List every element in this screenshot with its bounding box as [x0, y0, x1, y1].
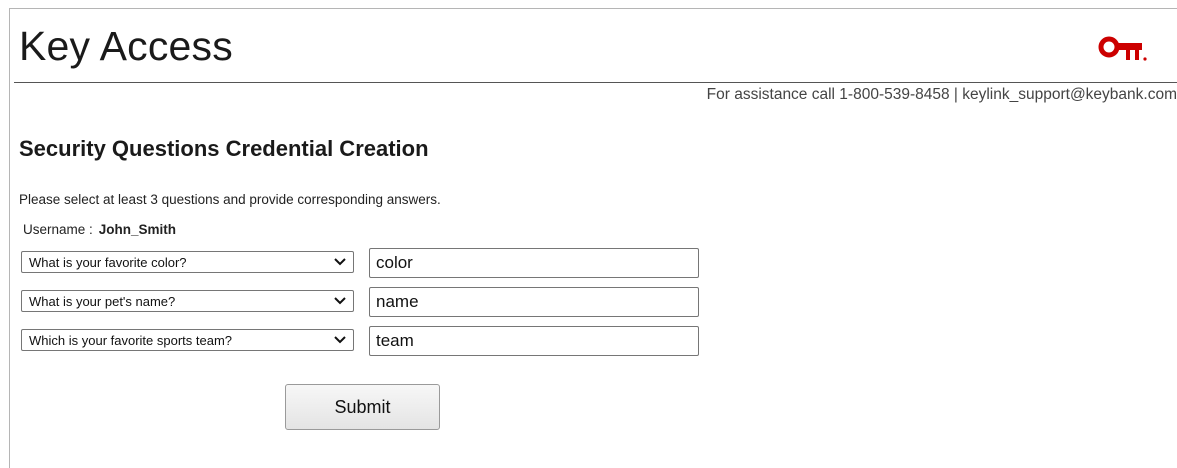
chevron-down-icon [334, 336, 346, 344]
submit-button[interactable]: Submit [285, 384, 440, 430]
selected-question: What is your favorite color? [29, 254, 187, 270]
username-value: John_Smith [98, 222, 177, 237]
page-title: Security Questions Credential Creation [19, 136, 429, 161]
instructions-text: Please select at least 3 questions and p… [19, 192, 441, 207]
chevron-down-icon [334, 297, 346, 305]
answer-input[interactable]: name [369, 287, 699, 317]
header-divider [14, 82, 1177, 83]
security-question-select[interactable]: Which is your favorite sports team? [21, 329, 354, 351]
key-logo-icon [1098, 36, 1147, 61]
assistance-text: For assistance call 1-800-539-8458 | key… [706, 86, 1177, 103]
selected-question: Which is your favorite sports team? [29, 332, 233, 348]
chevron-down-icon [334, 258, 346, 266]
app-title: Key Access [19, 23, 233, 69]
selected-question: What is your pet's name? [29, 293, 176, 309]
answer-input[interactable]: team [369, 326, 699, 356]
answer-input[interactable]: color [369, 248, 699, 278]
security-question-select[interactable]: What is your pet's name? [21, 290, 354, 312]
header: Key Access [0, 0, 1177, 84]
security-question-select[interactable]: What is your favorite color? [21, 251, 354, 273]
username-row: Username : John_Smith [23, 222, 176, 237]
username-label: Username : [23, 222, 93, 237]
